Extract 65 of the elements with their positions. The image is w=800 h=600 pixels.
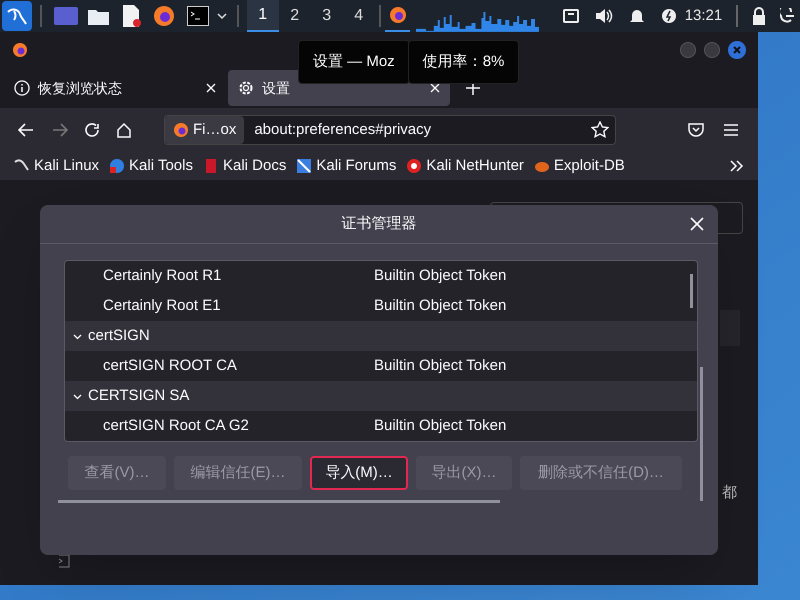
lock-icon[interactable] [752, 7, 766, 25]
logout-icon[interactable] [780, 8, 794, 24]
firefox-icon [388, 6, 407, 24]
bookmark[interactable]: Kali NetHunter [406, 154, 524, 178]
scrollbar-thumb[interactable] [700, 367, 703, 501]
certificate-row[interactable]: certSIGN ROOT CA Builtin Object Token [65, 351, 697, 381]
settings-icon [238, 80, 254, 96]
close-icon[interactable] [690, 217, 704, 231]
workspace-button[interactable]: 2 [278, 0, 311, 32]
chevron-icon[interactable] [73, 332, 82, 340]
import-icon [58, 554, 70, 568]
folder-icon[interactable] [88, 7, 110, 25]
tab[interactable]: 恢复浏览状态 [4, 70, 226, 106]
flag-icon [296, 158, 312, 174]
tree-group-row[interactable]: CERTSIGN SA [65, 381, 697, 411]
workspace-button[interactable]: 1 [246, 0, 279, 32]
home-icon[interactable] [116, 122, 132, 138]
tooltip: 设置 — Moz [298, 40, 410, 84]
address-bar[interactable]: Fi…ox about:preferences#privacy [164, 115, 616, 145]
scrollbar-thumb[interactable] [690, 274, 693, 308]
chevron-right-icon[interactable] [730, 160, 744, 172]
identity-box[interactable]: Fi…ox [165, 116, 244, 144]
firefox-icon[interactable] [153, 5, 175, 27]
close-icon[interactable] [430, 83, 440, 93]
bookmark[interactable]: Kali Linux [14, 154, 100, 178]
close-button[interactable] [728, 41, 746, 59]
new-tab-icon[interactable] [466, 81, 480, 95]
power-icon[interactable] [660, 8, 677, 24]
back-icon[interactable] [18, 123, 34, 137]
firefox-icon [173, 122, 189, 138]
dialog-title: 证书管理器 [342, 214, 416, 234]
chevron-icon[interactable] [73, 392, 82, 400]
clock[interactable]: 13:21 [684, 4, 722, 28]
text-editor-icon[interactable] [121, 5, 142, 27]
desktop-icon[interactable] [54, 7, 78, 25]
globe-icon [109, 158, 126, 174]
close-icon[interactable] [206, 83, 216, 93]
volume-icon[interactable] [595, 8, 613, 24]
certificate-row[interactable]: Certainly Root R1 Builtin Object Token [65, 261, 697, 291]
settings-text: 都 [722, 483, 737, 503]
workspace-button[interactable]: 3 [310, 0, 343, 32]
forward-icon[interactable] [52, 123, 68, 137]
certificate-row[interactable]: Certainly Root E1 Builtin Object Token [65, 291, 697, 321]
workspace-button[interactable]: 4 [342, 0, 375, 32]
info-icon [14, 80, 30, 96]
pocket-icon[interactable] [688, 123, 704, 137]
close-icon [733, 46, 741, 54]
menu-icon[interactable] [724, 124, 738, 136]
star-icon[interactable] [591, 121, 609, 139]
dialog-button[interactable]: 导入(M)… [310, 456, 408, 490]
bookmark[interactable]: Kali Forums [296, 154, 396, 178]
tooltip: 使用率：8% [408, 40, 520, 84]
bookmark[interactable]: Exploit-DB [534, 154, 625, 178]
chevron-down-icon[interactable] [216, 12, 227, 20]
firefox-icon [12, 42, 28, 58]
terminal-icon[interactable] [186, 6, 209, 26]
bookmark[interactable]: Kali Tools [109, 154, 193, 178]
network-icon[interactable] [563, 9, 580, 23]
certificate-row[interactable]: certSIGN Root CA G2 Builtin Object Token [65, 411, 697, 441]
tree-group-row[interactable]: certSIGN [65, 321, 697, 351]
kali-menu-button[interactable] [2, 1, 32, 31]
bookmark[interactable]: Kali Docs [202, 154, 286, 178]
reload-icon[interactable] [84, 122, 100, 138]
bell-icon[interactable] [628, 8, 645, 24]
url-text: about:preferences#privacy [254, 120, 432, 140]
